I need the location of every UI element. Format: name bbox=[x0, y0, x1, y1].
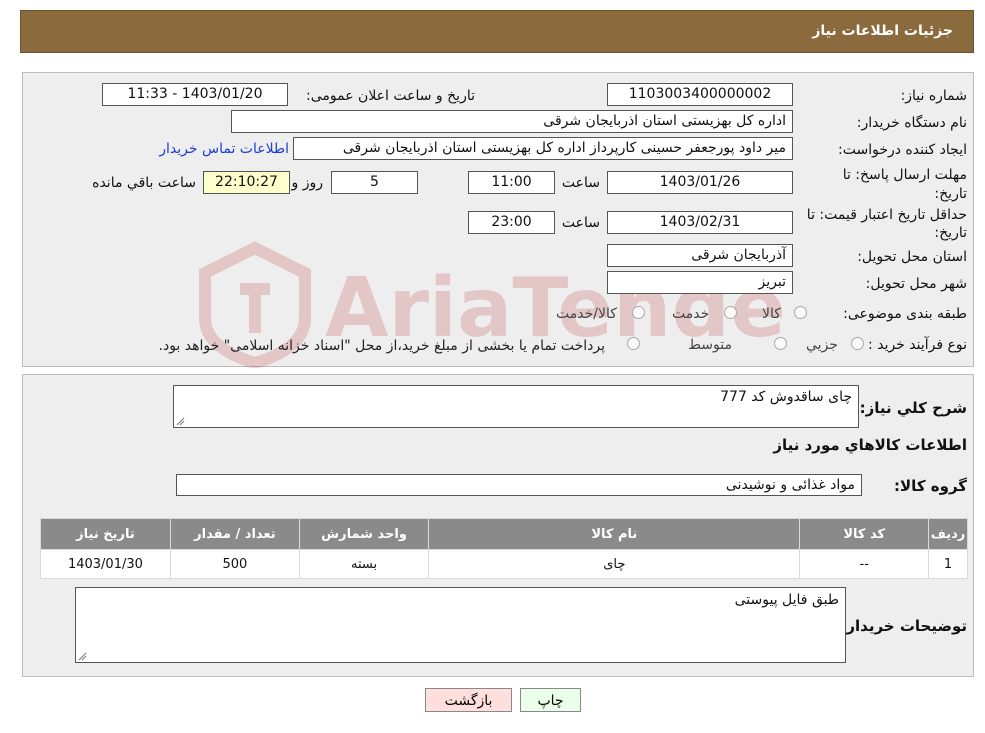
column-header-row-number: ردیف bbox=[928, 518, 968, 550]
buyer-notes-text: طبق فایل پیوستی bbox=[734, 592, 839, 608]
validity-time-field: 23:00 bbox=[468, 211, 555, 234]
cell-quantity: 500 bbox=[169, 549, 300, 579]
buyer-notes-label: توضیحات خریدار: bbox=[840, 617, 967, 635]
goods-group-field: مواد غذائی و نوشیدنی bbox=[176, 474, 862, 496]
city-label: شهر محل تحویل: bbox=[865, 276, 967, 292]
process-radio-medium[interactable] bbox=[774, 337, 787, 350]
buyer-org-field: اداره کل بهزیستی استان اذربایجان شرقی bbox=[231, 110, 793, 133]
column-header-goods-code: کد کالا bbox=[799, 518, 930, 550]
reply-time-label: ساعت bbox=[561, 175, 600, 191]
announce-date-label: تاریخ و ساعت اعلان عمومی: bbox=[306, 88, 475, 104]
category-option-service: خدمت bbox=[672, 306, 710, 322]
buyer-notes-field: طبق فایل پیوستی bbox=[75, 587, 846, 663]
goods-info-title: اطلاعات كالاهاي مورد نياز bbox=[773, 436, 967, 454]
cell-goods-name: چای bbox=[428, 549, 801, 579]
column-header-unit: واحد شمارش bbox=[298, 518, 430, 550]
resize-grip-icon[interactable] bbox=[77, 651, 87, 661]
column-header-need-date: تاریخ نیاز bbox=[40, 518, 171, 550]
need-number-label: شماره نیاز: bbox=[900, 88, 968, 104]
reply-date-field: 1403/01/26 bbox=[607, 171, 793, 194]
table-row: 1 -- چای بسته 500 1403/01/30 bbox=[40, 549, 968, 579]
category-label: طبقه بندی موضوعی: bbox=[843, 306, 967, 322]
print-button[interactable]: چاپ bbox=[520, 688, 581, 712]
category-option-goods-service: کالا/خدمت bbox=[556, 306, 617, 322]
reply-deadline-label-2: تاریخ: bbox=[934, 186, 967, 202]
back-button[interactable]: بازگشت bbox=[425, 688, 512, 712]
category-radio-goods-service[interactable] bbox=[632, 306, 645, 319]
category-radio-goods[interactable] bbox=[794, 306, 807, 319]
process-radio-minor[interactable] bbox=[851, 337, 864, 350]
validity-date-field: 1403/02/31 bbox=[607, 211, 793, 234]
creator-label: ایجاد کننده درخواست: bbox=[838, 142, 967, 158]
process-option-medium: متوسط bbox=[688, 337, 732, 353]
reply-deadline-label: مهلت ارسال پاسخ: تا bbox=[842, 167, 967, 183]
province-field: آذربایجان شرقی bbox=[607, 244, 793, 267]
city-field: تبریز bbox=[607, 271, 793, 294]
validity-time-label: ساعت bbox=[561, 215, 600, 231]
remaining-time-field: 22:10:27 bbox=[203, 171, 290, 194]
resize-grip-icon[interactable] bbox=[175, 416, 185, 426]
days-field: 5 bbox=[331, 171, 418, 194]
price-validity-label: حداقل تاریخ اعتبار قیمت: تا bbox=[806, 207, 967, 223]
days-label: روز و bbox=[291, 175, 324, 191]
province-label: استان محل تحویل: bbox=[857, 249, 967, 265]
summary-field: چای ساقدوش کد 777 bbox=[173, 385, 859, 428]
treasury-note: پرداخت تمام یا بخشی از مبلغ خرید،از محل … bbox=[158, 338, 605, 354]
purchase-process-label: نوع فرآیند خرید : bbox=[868, 337, 967, 353]
cell-unit: بسته bbox=[298, 549, 430, 579]
column-header-quantity: تعداد / مقدار bbox=[169, 518, 300, 550]
category-option-goods: کالا bbox=[762, 306, 781, 322]
goods-table-header-row: ردیف کد کالا نام کالا واحد شمارش تعداد /… bbox=[40, 518, 968, 550]
page-title: جزئیات اطلاعات نیاز bbox=[812, 23, 953, 39]
announce-date-field: 1403/01/20 - 11:33 bbox=[102, 83, 288, 106]
buyer-contact-link[interactable]: اطلاعات تماس خریدار bbox=[159, 141, 289, 157]
goods-group-label: گروه کالا: bbox=[894, 477, 967, 495]
summary-label: شرح كلي نياز: bbox=[859, 399, 967, 417]
goods-table: ردیف کد کالا نام کالا واحد شمارش تعداد /… bbox=[40, 518, 968, 579]
cell-row-number: 1 bbox=[928, 549, 968, 579]
cell-need-date: 1403/01/30 bbox=[40, 549, 171, 579]
category-radio-service[interactable] bbox=[724, 306, 737, 319]
creator-field: میر داود پورجعفر حسینی کارپرداز اداره کل… bbox=[293, 137, 793, 160]
treasury-checkbox[interactable] bbox=[627, 337, 640, 350]
column-header-goods-name: نام کالا bbox=[428, 518, 801, 550]
buyer-org-label: نام دستگاه خریدار: bbox=[856, 115, 967, 131]
need-number-field: 1103003400000002 bbox=[607, 83, 793, 106]
summary-text: چای ساقدوش کد 777 bbox=[720, 389, 852, 405]
price-validity-label-2: تاریخ: bbox=[934, 225, 967, 241]
page-header: جزئیات اطلاعات نیاز bbox=[20, 10, 974, 53]
remaining-label: ساعت باقي مانده bbox=[92, 175, 196, 191]
cell-goods-code: -- bbox=[799, 549, 930, 579]
process-option-minor: جزیي bbox=[806, 337, 838, 353]
reply-time-field: 11:00 bbox=[468, 171, 555, 194]
